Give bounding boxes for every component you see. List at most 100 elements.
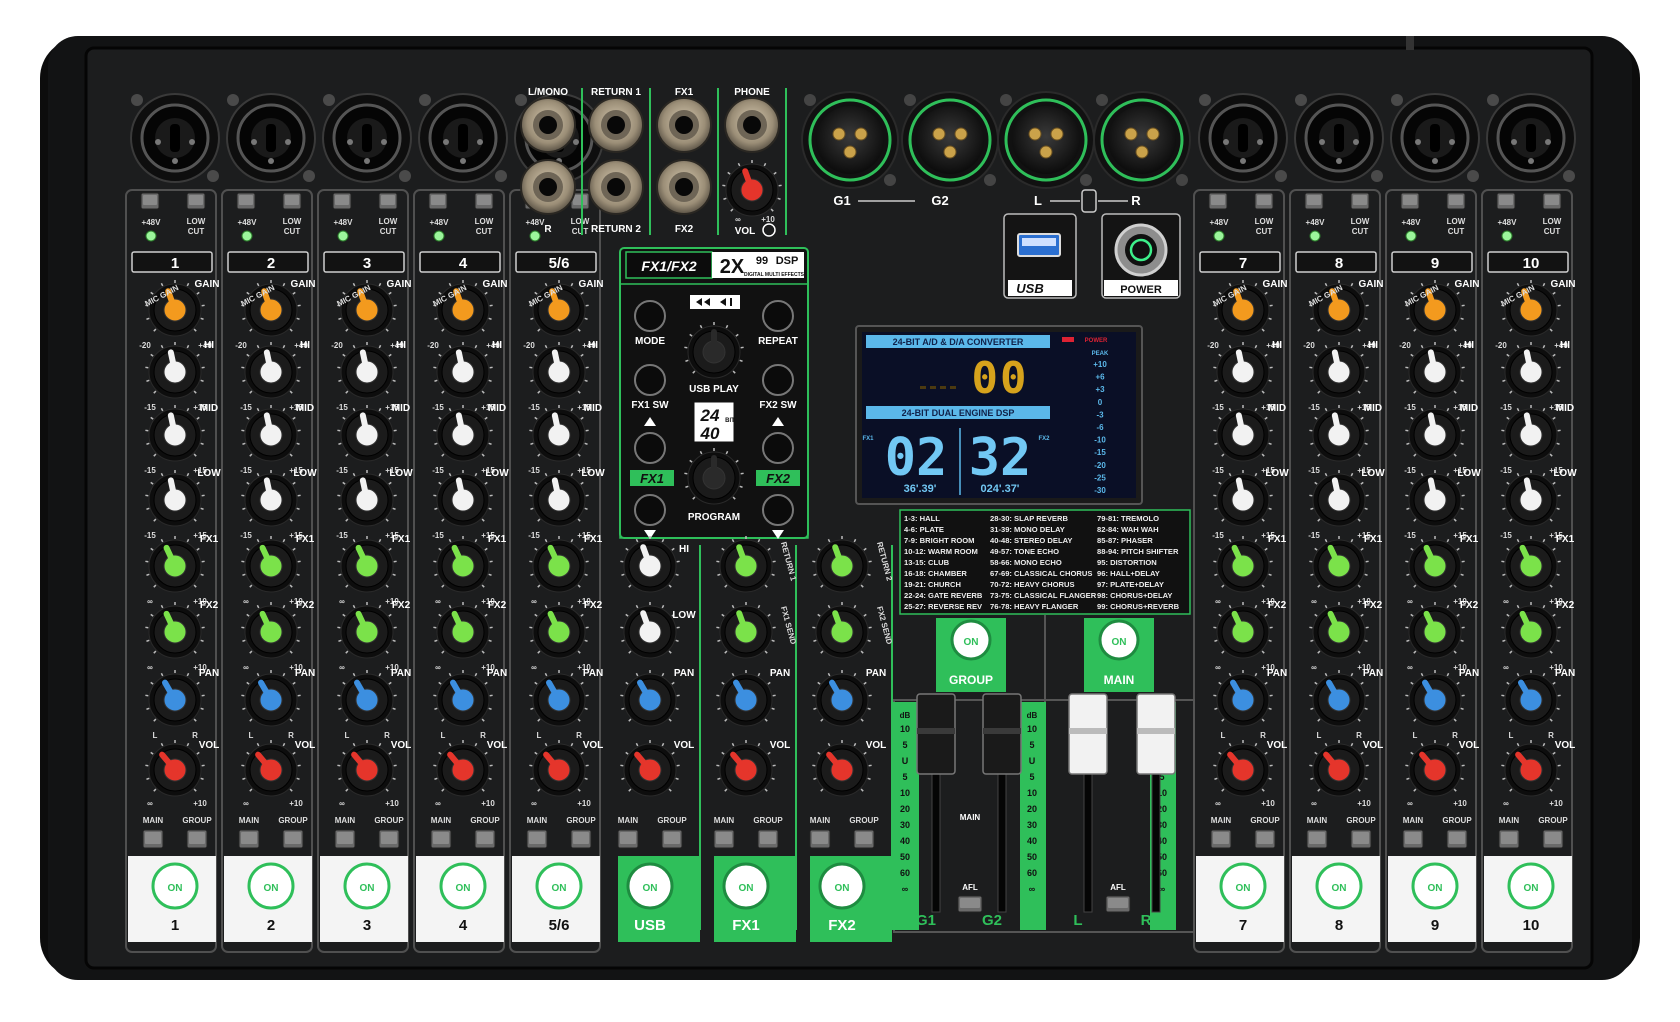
knob-tick [868, 708, 871, 709]
lcd-power-label: POWER [1085, 338, 1108, 344]
knob-tick [1557, 778, 1560, 779]
button-face [1545, 195, 1559, 205]
mic-line-input[interactable] [227, 94, 315, 182]
scale-label: L [1317, 731, 1322, 740]
mic-line-input[interactable] [1199, 94, 1287, 182]
knob-tick [1461, 640, 1464, 641]
screw-icon [1563, 170, 1575, 182]
channel-number-bottom: 9 [1431, 917, 1439, 934]
pin-icon [1528, 158, 1534, 164]
mic-line-input[interactable] [131, 94, 219, 182]
channel-number: 2 [267, 255, 275, 272]
on-label: ON [739, 883, 754, 894]
button-face [433, 832, 449, 844]
channel-number: 5/6 [549, 255, 570, 272]
knob-tick [338, 708, 341, 709]
knob-pointer [1335, 480, 1339, 500]
fader-scale-label: 40 [900, 836, 910, 846]
screw-icon [1391, 94, 1403, 106]
button-face [239, 195, 253, 205]
preset-item: 49-57: TONE ECHO [990, 547, 1059, 556]
screw-icon [1371, 170, 1383, 182]
knob-tick [813, 778, 816, 779]
fx1-down-button[interactable] [635, 495, 665, 525]
scale-label: ∞ [1215, 799, 1221, 808]
quarter-inch-jack[interactable] [589, 160, 643, 214]
mid-label: MID [1364, 403, 1382, 414]
xlr-socket [816, 106, 884, 174]
fx2-up-button[interactable] [763, 433, 793, 463]
low-cut-label: CUT [1352, 227, 1369, 236]
fader-scale-label: 40 [1027, 836, 1037, 846]
xlr-output-g2[interactable] [902, 92, 998, 188]
fader-scale-label: 20 [900, 804, 910, 814]
fx1-up-button[interactable] [635, 433, 665, 463]
fx2-label: FX2 [1268, 600, 1287, 611]
channel-number-bottom: 7 [1239, 917, 1247, 934]
knob-tick [338, 640, 341, 641]
preset-item: 22-24: GATE REVERB [904, 591, 983, 600]
mode-button[interactable] [635, 301, 665, 331]
fader-scale-label: 5 [902, 772, 907, 782]
phantom-label: +48V [142, 218, 162, 227]
knob-tick [717, 640, 720, 641]
fx2-down-button[interactable] [763, 495, 793, 525]
mic-line-input[interactable] [323, 94, 411, 182]
knob-tick [585, 508, 588, 509]
on-label: ON [835, 883, 850, 894]
preset-item: 82-84: WAH WAH [1097, 525, 1159, 534]
pan-label: PAN [1555, 668, 1575, 679]
knob-tick [1365, 318, 1368, 319]
fx2-label: FX2 [392, 600, 411, 611]
gain-label: GAIN [1551, 279, 1576, 290]
g2-label: G2 [931, 193, 948, 208]
knob-tick [393, 574, 396, 575]
knob-tick [1406, 318, 1409, 319]
knob-tick [530, 778, 533, 779]
quarter-inch-jack[interactable] [589, 98, 643, 152]
xlr-output-g1[interactable] [802, 92, 898, 188]
phantom-led-icon [1214, 231, 1224, 241]
quarter-inch-jack[interactable] [657, 98, 711, 152]
hi-label: HI [1368, 340, 1378, 351]
fader-scale-label: 10 [900, 724, 910, 734]
knob-tick [1310, 380, 1313, 381]
mic-line-input[interactable] [1295, 94, 1383, 182]
knob-tick [393, 318, 396, 319]
scale-label: +10 [761, 215, 775, 224]
quarter-inch-jack[interactable] [521, 160, 575, 214]
repeat-button[interactable] [763, 301, 793, 331]
group-pad-label: GROUP [949, 673, 993, 687]
gold-pin-icon [1040, 146, 1052, 158]
quarter-inch-jack[interactable] [657, 160, 711, 214]
low-cut-label: CUT [188, 227, 205, 236]
pin-icon [1336, 158, 1342, 164]
scale-label: -15 [1308, 466, 1320, 475]
fx1-switch-button[interactable] [635, 365, 665, 395]
button-face [573, 832, 589, 844]
mic-line-input[interactable] [419, 94, 507, 182]
knob-pointer [171, 480, 175, 500]
hi-label: HI [300, 340, 310, 351]
headphone-jack[interactable] [725, 98, 779, 152]
xlr-output-r[interactable] [1094, 92, 1190, 188]
fx2-switch-button[interactable] [763, 365, 793, 395]
mic-line-input[interactable] [1487, 94, 1575, 182]
knob-tick [1502, 640, 1505, 641]
jack-hole [539, 116, 557, 134]
gold-pin-icon [855, 128, 867, 140]
mic-line-input[interactable] [1391, 94, 1479, 182]
scale-label: +10 [1453, 799, 1467, 808]
main-pad-label: MAIN [1104, 673, 1135, 687]
pin-icon [155, 139, 161, 145]
xlr-output-l[interactable] [998, 92, 1094, 188]
dsp-badge-dsp: DSP [776, 255, 799, 267]
vol-label: VOL [295, 740, 316, 751]
scale-label: R [1452, 731, 1458, 740]
low-cut-label: CUT [284, 227, 301, 236]
scale-label: ∞ [339, 597, 345, 606]
program-label: PROGRAM [688, 512, 740, 523]
pin-icon [251, 139, 257, 145]
lcd-segment [950, 386, 956, 389]
quarter-inch-jack[interactable] [521, 98, 575, 152]
